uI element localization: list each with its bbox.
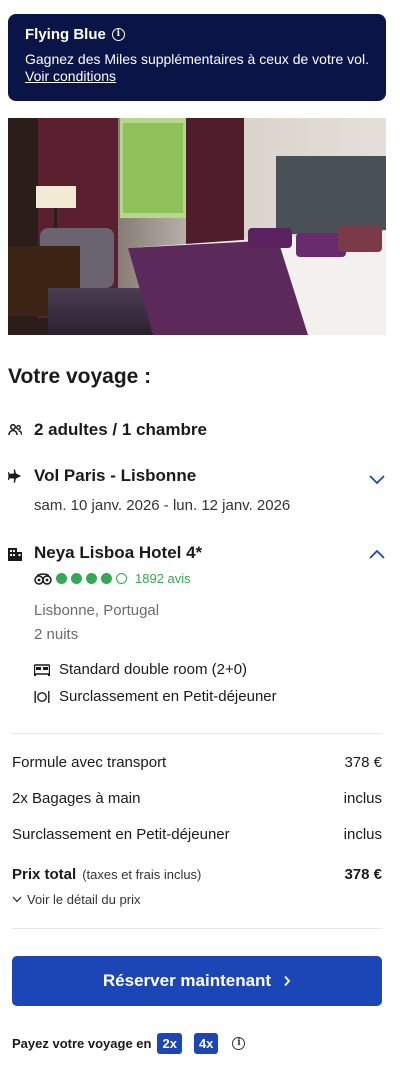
travelers-label: 2 adultes / 1 chambre — [34, 420, 207, 439]
price-label: Formule avec transport — [12, 754, 167, 771]
flight-title: Vol Paris - Lisbonne — [34, 466, 197, 485]
rating-dot — [116, 573, 127, 584]
hotel-name: Neya Lisboa Hotel 4* — [34, 543, 203, 562]
info-icon[interactable]: i — [111, 28, 125, 41]
bed-icon — [34, 663, 50, 676]
rating-dot — [56, 573, 67, 584]
chevron-right-icon — [284, 975, 291, 987]
price-value: inclus — [343, 826, 382, 843]
banner-title: Flying Blue — [25, 26, 106, 43]
conditions-link[interactable]: Voir conditions — [25, 68, 116, 84]
banner-title-row: Flying Blue i — [25, 26, 374, 43]
info-icon[interactable]: i — [232, 1037, 246, 1050]
chevron-down-icon[interactable] — [368, 473, 386, 485]
chevron-up-icon[interactable] — [368, 548, 386, 560]
reviews-count[interactable]: 1892 avis — [135, 571, 191, 586]
travelers-row: 2 adultes / 1 chambre — [8, 420, 207, 440]
chevron-down-icon — [12, 896, 22, 903]
book-now-button[interactable]: Réserver maintenant — [12, 956, 382, 1006]
divider — [12, 733, 382, 734]
rating-dot — [71, 573, 82, 584]
divider — [12, 928, 382, 929]
book-now-label: Réserver maintenant — [102, 971, 272, 990]
price-row-package: Formule avec transport 378 € — [12, 754, 382, 771]
price-row-luggage: 2x Bagages à main inclus — [12, 790, 382, 807]
rating-dot — [101, 573, 112, 584]
plate-cutlery-icon — [34, 690, 50, 703]
pay-4x-badge[interactable]: 4x — [193, 1033, 219, 1054]
flying-blue-banner: Flying Blue i Gagnez des Miles supplémen… — [8, 14, 386, 101]
price-value: 378 € — [344, 754, 382, 771]
people-icon — [8, 423, 22, 437]
tripadvisor-rating[interactable]: 1892 avis — [34, 571, 191, 586]
flight-row[interactable]: Vol Paris - Lisbonne — [8, 466, 196, 486]
banner-text: Gagnez des Miles supplémentaires à ceux … — [25, 51, 369, 67]
price-value: inclus — [343, 790, 382, 807]
building-icon — [8, 546, 22, 561]
total-sub-label: (taxes et frais inclus) — [82, 867, 202, 882]
price-detail-label: Voir le détail du prix — [27, 892, 141, 907]
total-label: Prix total — [12, 866, 77, 883]
hotel-room-photo — [8, 118, 386, 335]
price-label: Surclassement en Petit-déjeuner — [12, 826, 230, 843]
hotel-nights: 2 nuits — [34, 626, 79, 643]
flight-dates: sam. 10 janv. 2026 - lun. 12 janv. 2026 — [34, 497, 291, 514]
price-label: 2x Bagages à main — [12, 790, 141, 807]
hotel-row[interactable]: Neya Lisboa Hotel 4* — [8, 543, 202, 563]
hotel-location: Lisbonne, Portugal — [34, 602, 160, 619]
price-row-breakfast: Surclassement en Petit-déjeuner inclus — [12, 826, 382, 843]
total-price-row: Prix total (taxes et frais inclus) 378 € — [12, 866, 382, 884]
room-type: Standard double room (2+0) — [59, 661, 248, 678]
payment-options: Payez votre voyage en 2x 4x i — [12, 1033, 246, 1054]
room-type-row: Standard double room (2+0) — [34, 661, 247, 678]
meal-row: Surclassement en Petit-déjeuner — [34, 688, 277, 705]
meal-upgrade: Surclassement en Petit-déjeuner — [59, 688, 277, 705]
pay-2x-badge[interactable]: 2x — [157, 1033, 182, 1054]
payment-label: Payez votre voyage en — [12, 1036, 152, 1051]
rating-dot — [86, 573, 97, 584]
plane-icon — [8, 469, 22, 483]
total-value: 378 € — [344, 866, 382, 883]
price-detail-link[interactable]: Voir le détail du prix — [12, 892, 140, 907]
trip-title: Votre voyage : — [8, 365, 152, 388]
tripadvisor-owl-icon — [34, 572, 52, 585]
